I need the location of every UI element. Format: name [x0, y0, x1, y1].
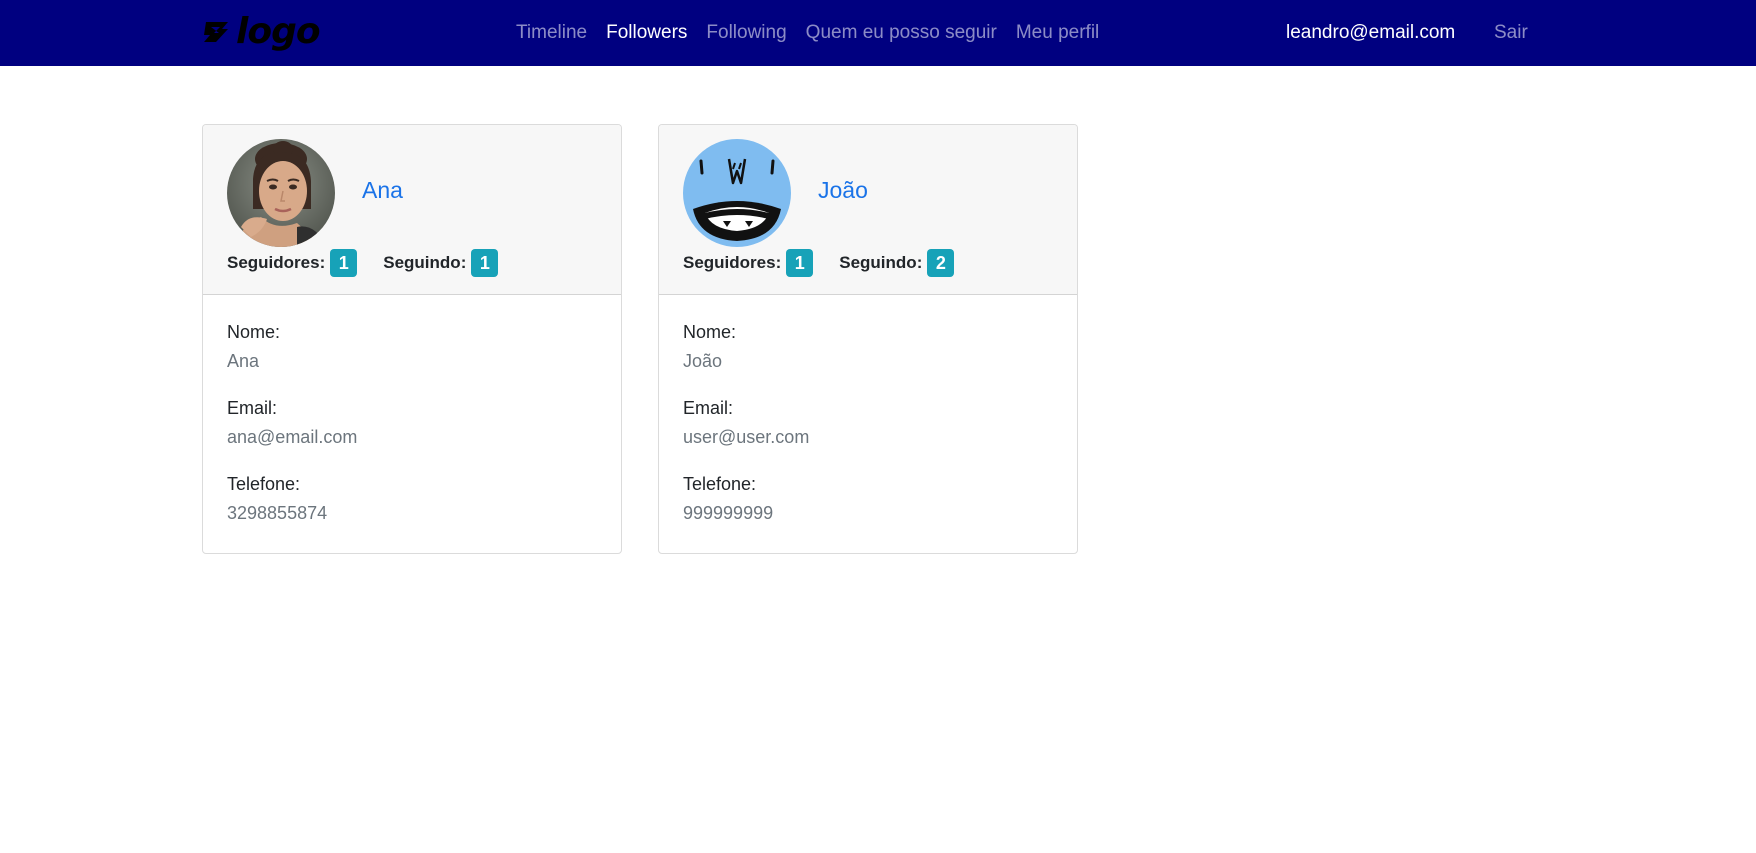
- name-value: João: [683, 351, 723, 371]
- name-label: Nome:: [683, 322, 737, 342]
- followers-label: Seguidores:: [227, 253, 326, 272]
- email-value: user@user.com: [683, 427, 810, 447]
- nav-links: Timeline Followers Following Quem eu pos…: [516, 0, 1118, 66]
- name-value: Ana: [227, 351, 260, 371]
- following-count-badge: 1: [471, 249, 499, 277]
- nav-link-timeline[interactable]: Timeline: [516, 22, 587, 44]
- avatar: [227, 139, 335, 247]
- nav-link-who-to-follow[interactable]: Quem eu posso seguir: [806, 22, 997, 44]
- following-label: Seguindo:: [839, 253, 923, 272]
- blue-monster-avatar-icon: [683, 139, 791, 247]
- card-header: João Seguidores: 1 Seguindo: 2: [659, 125, 1077, 295]
- logo-text: logo: [236, 11, 321, 52]
- user-name-link[interactable]: João: [818, 177, 868, 204]
- followers-count-badge: 1: [786, 249, 814, 277]
- email-value: ana@email.com: [227, 427, 358, 447]
- nav-link-followers[interactable]: Followers: [606, 22, 687, 44]
- email-label: Email:: [683, 398, 734, 418]
- phone-value: 3298855874: [227, 503, 328, 523]
- user-name-link[interactable]: Ana: [362, 177, 403, 204]
- logout-link[interactable]: Sair: [1494, 0, 1528, 66]
- phone-value: 999999999: [683, 503, 774, 523]
- brand-logo[interactable]: logo: [202, 11, 321, 52]
- phone-label: Telefone:: [227, 474, 301, 494]
- card-body: Nome: Ana Email: ana@email.com Telefone:…: [203, 295, 621, 524]
- card-header: Ana Seguidores: 1 Seguindo: 1: [203, 125, 621, 295]
- user-stats: Seguidores: 1 Seguindo: 2: [683, 249, 955, 277]
- card-body: Nome: João Email: user@user.com Telefone…: [659, 295, 1077, 524]
- user-card-ana: Ana Seguidores: 1 Seguindo: 1 Nome: Ana …: [202, 124, 622, 554]
- user-stats: Seguidores: 1 Seguindo: 1: [227, 249, 499, 277]
- followers-count-badge: 1: [330, 249, 358, 277]
- current-user-email: leandro@email.com: [1286, 22, 1456, 43]
- following-count-badge: 2: [927, 249, 955, 277]
- user-card-joao: João Seguidores: 1 Seguindo: 2 Nome: Joã…: [658, 124, 1078, 554]
- nav-link-my-profile[interactable]: Meu perfil: [1016, 22, 1099, 44]
- top-navbar: logo Timeline Followers Following Quem e…: [0, 0, 1756, 66]
- avatar: [683, 139, 791, 247]
- woman-photo-avatar-icon: [227, 139, 335, 247]
- followers-label: Seguidores:: [683, 253, 782, 272]
- following-label: Seguindo:: [383, 253, 467, 272]
- email-label: Email:: [227, 398, 278, 418]
- phone-label: Telefone:: [683, 474, 757, 494]
- name-label: Nome:: [227, 322, 281, 342]
- logo-icon: [204, 22, 228, 42]
- nav-link-following[interactable]: Following: [706, 22, 786, 44]
